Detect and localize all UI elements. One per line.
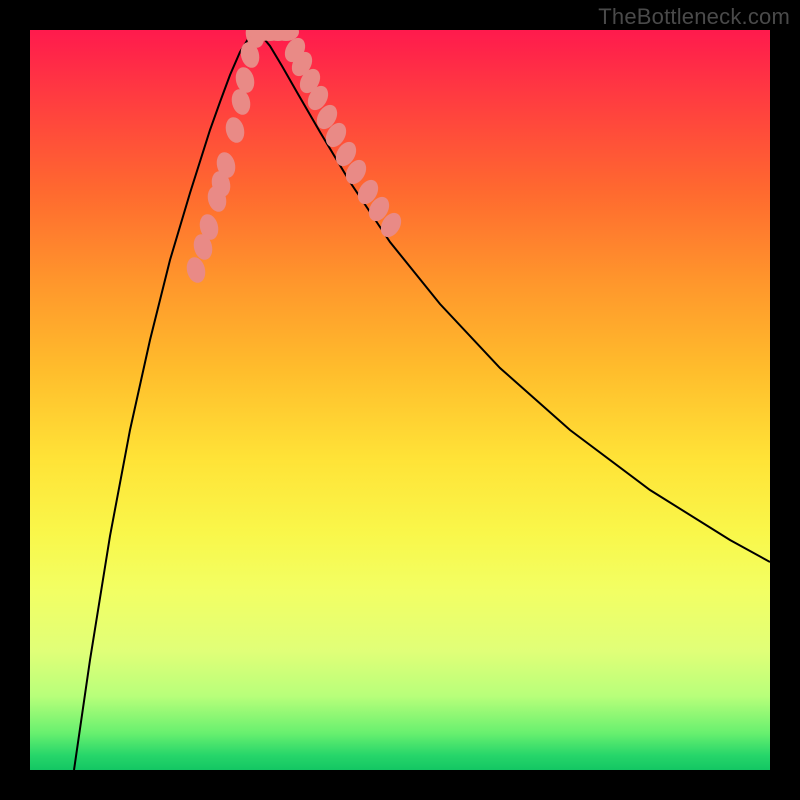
watermark-text: TheBottleneck.com (598, 4, 790, 30)
plot-area (30, 30, 770, 770)
bottleneck-curve (74, 30, 770, 770)
outer-frame: TheBottleneck.com (0, 0, 800, 800)
curve-beads (184, 30, 405, 285)
bead (223, 115, 247, 145)
curve-curve-left (74, 30, 255, 770)
chart-svg (30, 30, 770, 770)
